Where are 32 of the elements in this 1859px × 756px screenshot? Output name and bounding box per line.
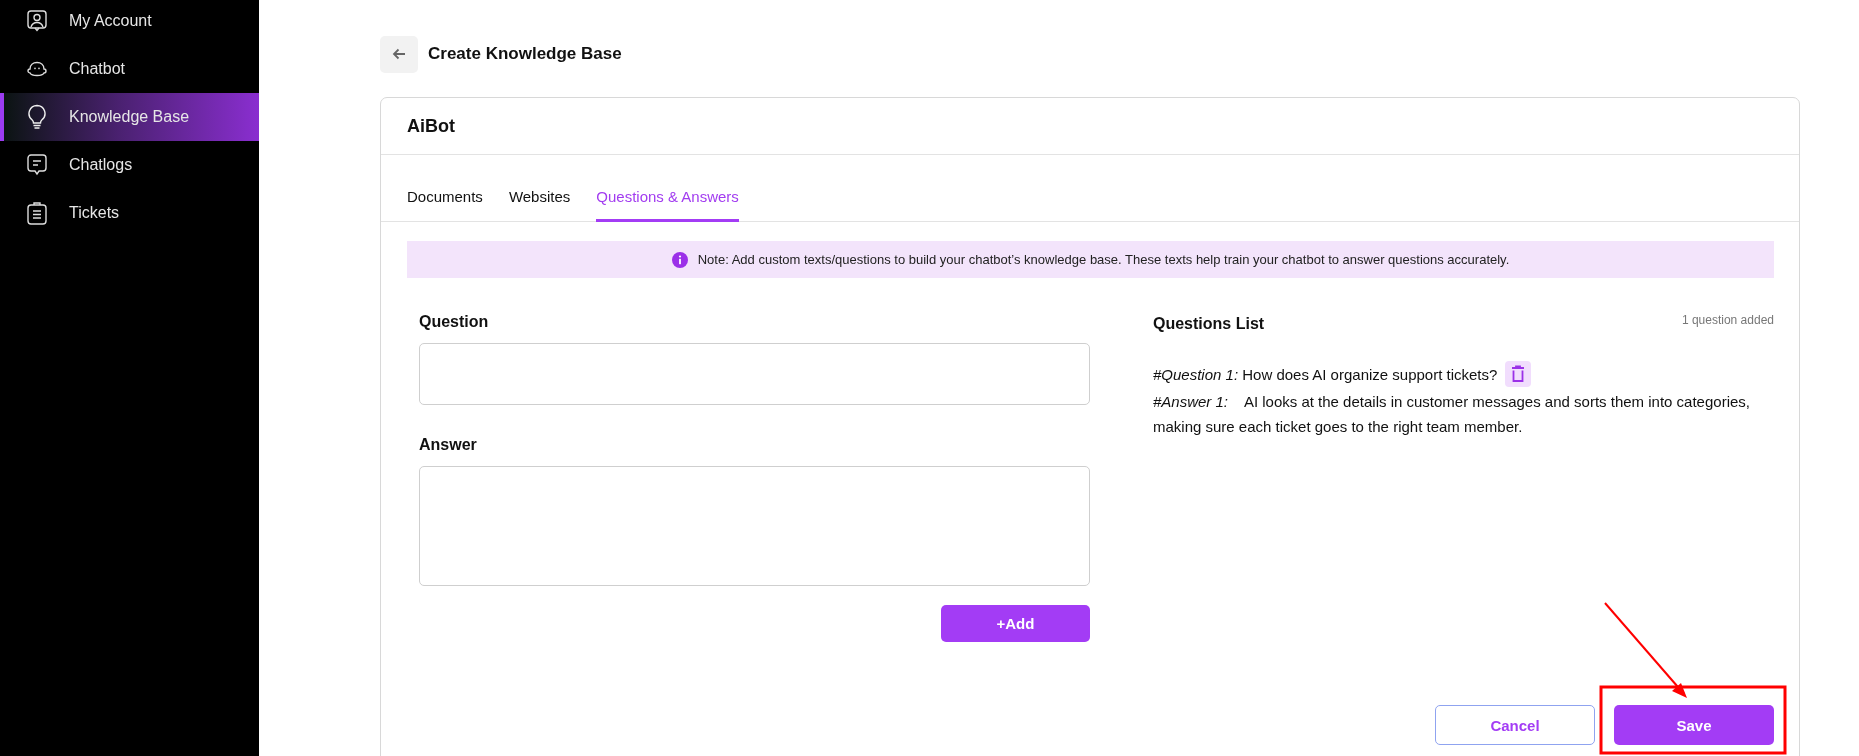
question-label: Question [419, 313, 490, 331]
save-button[interactable]: Save [1614, 705, 1774, 745]
answer-label: Answer [419, 436, 478, 454]
chat-icon [27, 154, 47, 176]
delete-button[interactable] [1505, 361, 1532, 387]
tab[interactable]: Documents [407, 188, 483, 222]
questions-list-title: Questions List [1153, 315, 1265, 333]
sidebar-item[interactable]: My Account [0, 0, 259, 45]
page-title: Create Knowledge Base [428, 44, 622, 64]
add-button[interactable]: +Add [941, 605, 1090, 642]
user-icon [27, 10, 47, 32]
back-button[interactable] [380, 35, 418, 73]
answer-text: #Answer 1: AI looks at the details in customer messages and sorts them into categories, making sure each ticket goes to the right team member. [1153, 392, 1751, 437]
sidebar-item[interactable]: Tickets [0, 189, 259, 237]
tab[interactable]: Questions & Answers [596, 188, 739, 222]
note-text: Note: Add custom texts/questions to build your chatbot’s knowledge base. These texts help train your chatbot to answer questions accurately. [697, 252, 1510, 267]
answer-field[interactable] [419, 466, 1090, 586]
tab[interactable]: Websites [508, 188, 571, 222]
trash-icon [1511, 365, 1526, 383]
sidebar-item[interactable]: Knowledge Base [0, 93, 259, 141]
info-icon [671, 251, 688, 268]
lightbulb-icon [27, 104, 47, 130]
cancel-button[interactable]: Cancel [1435, 705, 1595, 745]
bot-icon [27, 61, 47, 77]
card-title: AiBot [407, 115, 455, 137]
question-count: 1 question added [1681, 313, 1774, 327]
question-text: #Question 1: How does AI organize support tickets? [1153, 365, 1498, 383]
back-arrow-icon [392, 48, 406, 60]
question-field[interactable] [419, 343, 1090, 405]
clipboard-icon [27, 201, 47, 225]
sidebar-item[interactable]: Chatlogs [0, 141, 259, 189]
sidebar-item[interactable]: Chatbot [0, 45, 259, 93]
